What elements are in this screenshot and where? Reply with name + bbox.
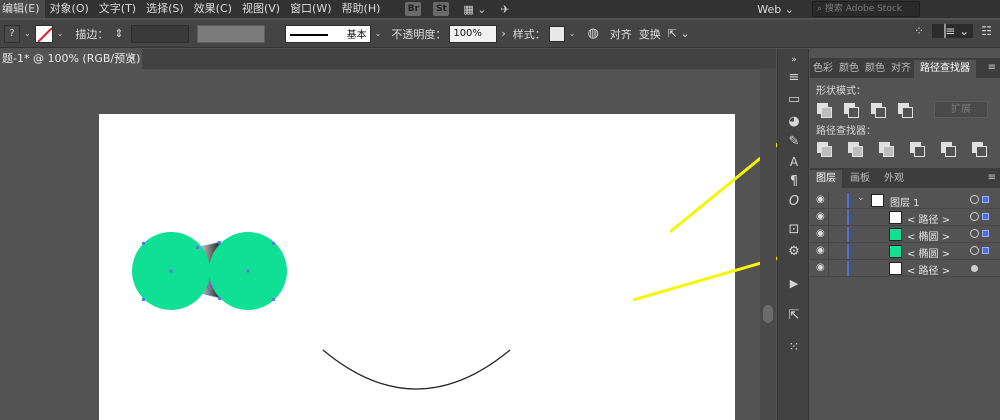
tab-color-guide[interactable]: 颜色 (862, 60, 888, 78)
panel-icon-strip: » ≡ ▭ ◕ ✎ A ¶ O ⊡ ⚙ ▶ ⇱ ⁙ (777, 49, 809, 420)
eye-icon[interactable]: ◉ (816, 194, 825, 205)
minus-back-icon[interactable] (971, 141, 987, 157)
character-icon[interactable]: A (784, 153, 804, 171)
layer-row[interactable]: ◉ < 路径 > (810, 209, 1000, 226)
layer-thumbnail (871, 194, 884, 207)
opentype-icon[interactable]: O (784, 193, 804, 211)
crop-icon[interactable] (909, 141, 925, 157)
selection-indicator[interactable] (982, 230, 989, 237)
merge-icon[interactable] (878, 141, 894, 157)
lock-column[interactable] (828, 226, 829, 243)
layer-name[interactable]: < 椭圆 > (907, 228, 950, 243)
actions-play-icon[interactable]: ▶ (784, 275, 804, 293)
layer-row[interactable]: ◉ ⌄ 图层 1 (810, 192, 1000, 209)
layers-panel: 图层 画板 外观 ≡ ◉ ⌄ 图层 1 ◉ < 路径 > ◉ < 椭圆 > ◉ (810, 168, 1000, 420)
align-grid-icon[interactable]: ⁙ (784, 339, 804, 357)
shape-modes-row: 扩展 (810, 99, 1000, 118)
smile-arc-path[interactable] (322, 349, 511, 390)
layer-name[interactable]: < 路径 > (907, 262, 950, 277)
panel-menu-icon[interactable]: ≡ (988, 62, 996, 73)
chevron-down-icon[interactable]: ⌄ (857, 193, 865, 203)
expand-button[interactable]: 扩展 (934, 101, 988, 118)
collapse-panels-icon[interactable]: » (784, 51, 804, 69)
paragraph-icon[interactable]: ¶ (784, 173, 804, 191)
layer-name[interactable]: 图层 1 (890, 194, 920, 209)
vertical-scrollbar[interactable] (760, 69, 776, 420)
tab-artboards[interactable]: 画板 (842, 170, 878, 188)
tab-color[interactable]: 颜色 (836, 60, 862, 78)
trim-icon[interactable] (847, 141, 863, 157)
layer-color-bar (847, 227, 849, 242)
intersect-icon[interactable] (870, 102, 886, 118)
eye-icon[interactable]: ◉ (816, 262, 825, 273)
divide-icon[interactable] (816, 141, 832, 157)
layers-panel-tabs: 图层 画板 外观 ≡ (810, 168, 1000, 188)
ellipse-thumbnail (889, 245, 902, 258)
layer-color-bar (847, 244, 849, 259)
layer-name[interactable]: < 椭圆 > (907, 245, 950, 260)
lock-column[interactable] (828, 243, 829, 260)
eye-icon[interactable]: ◉ (816, 245, 825, 256)
links-icon[interactable]: ⊡ (784, 221, 804, 239)
menu-lines-icon[interactable]: ≡ (784, 69, 804, 87)
target-icon[interactable] (971, 265, 978, 272)
scrollbar-thumb[interactable] (763, 305, 773, 323)
unite-icon[interactable] (816, 102, 832, 118)
pathfinders-row (810, 139, 1000, 157)
export-icon[interactable]: ⇱ (784, 307, 804, 325)
layer-name[interactable]: < 路径 > (907, 211, 950, 226)
minus-front-icon[interactable] (843, 102, 859, 118)
brush-icon[interactable]: ✎ (784, 133, 804, 151)
layer-color-bar (847, 261, 849, 276)
layer-row[interactable]: ◉ < 椭圆 > (810, 243, 1000, 260)
ellipse-thumbnail (889, 228, 902, 241)
tab-layers[interactable]: 图层 (810, 170, 842, 188)
layer-color-bar (847, 193, 849, 208)
target-icon[interactable] (970, 195, 979, 204)
path-thumbnail (889, 262, 902, 275)
target-icon[interactable] (970, 212, 979, 221)
shape-modes-label: 形状模式： (816, 86, 866, 97)
pathfinder-icon[interactable]: ◕ (784, 113, 804, 131)
gear-icon[interactable]: ⚙ (784, 243, 804, 261)
layer-row[interactable]: ◉ < 椭圆 > (810, 226, 1000, 243)
tab-swatches[interactable]: 色彩 (810, 60, 836, 78)
pathfinder-panel-tabs: 色彩 颜色 颜色 对齐 路径查找器 ≡ (810, 58, 1000, 78)
eye-icon[interactable]: ◉ (816, 228, 825, 239)
outline-icon[interactable] (940, 141, 956, 157)
selection-indicator[interactable] (982, 213, 989, 220)
tab-align[interactable]: 对齐 (888, 60, 914, 78)
selection-indicator[interactable] (982, 196, 989, 203)
lock-column[interactable] (828, 209, 829, 226)
tab-pathfinder[interactable]: 路径查找器 (914, 60, 976, 78)
pathfinder-panel: 色彩 颜色 颜色 对齐 路径查找器 ≡ 形状模式： 扩展 路径查找器： (810, 58, 1000, 159)
eye-icon[interactable]: ◉ (816, 211, 825, 222)
lock-column[interactable] (828, 260, 829, 277)
path-thumbnail (889, 211, 902, 224)
gradient-icon[interactable]: ▭ (784, 91, 804, 109)
pathfinders-label: 路径查找器： (816, 126, 876, 137)
lock-column[interactable] (828, 192, 829, 209)
target-icon[interactable] (970, 229, 979, 238)
layer-row[interactable]: ◉ < 路径 > (810, 260, 1000, 277)
panel-menu-icon[interactable]: ≡ (988, 172, 996, 183)
layer-color-bar (847, 210, 849, 225)
target-icon[interactable] (970, 246, 979, 255)
tab-appearance[interactable]: 外观 (878, 170, 910, 188)
exclude-icon[interactable] (897, 102, 913, 118)
selection-indicator[interactable] (982, 247, 989, 254)
